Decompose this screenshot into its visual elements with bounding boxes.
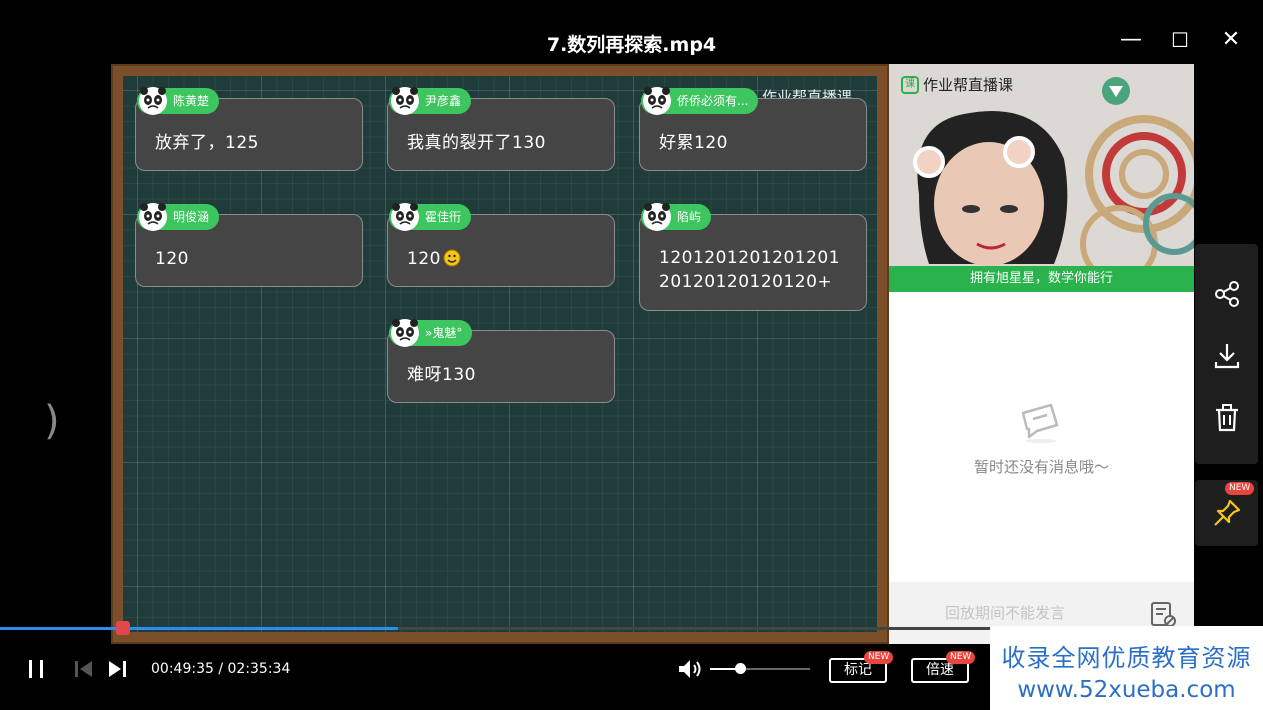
panda-avatar-icon [391,87,419,115]
trash-icon[interactable] [1211,402,1243,434]
panda-avatar-icon [391,319,419,347]
teacher-video-image [889,64,1194,292]
next-track-icon[interactable] [106,657,130,681]
user-name: 尹彦鑫 [425,94,462,108]
user-tag: 霍佳衎 [389,203,472,231]
smiley-emoji-icon [443,249,461,267]
window-title: 7.数列再探索.mp4 [546,34,717,56]
user-tag: 陈黄楚 [137,87,220,115]
site-watermark: 收录全网优质教育资源 www.52xueba.com [990,626,1263,710]
user-name: 侨侨必须有... [677,94,749,108]
panda-avatar-icon [139,203,167,231]
progress-bar[interactable] [0,621,990,635]
answer-text: 放弃了，125 [155,133,259,153]
answer-text: 我真的裂开了130 [407,133,546,153]
share-icon[interactable] [1211,278,1243,310]
user-tag: 侨侨必须有... [641,87,759,115]
user-tag: »鬼魅° [389,319,473,347]
chat-settings-icon[interactable] [1149,600,1177,628]
maximize-button[interactable]: ☐ [1168,28,1192,52]
minimize-button[interactable]: — [1119,28,1143,52]
volume-icon[interactable] [677,657,703,681]
pin-new-badge: NEW [1225,482,1255,495]
user-tag: 尹彦鑫 [389,87,472,115]
time-display: 00:49:35 / 02:35:34 [151,661,291,677]
side-panel: 课 作业帮直播课 拥有旭星星，数学你能行 暂时还没有消息哦～ 回放期间不能发言 [889,64,1194,644]
panda-avatar-icon [643,203,671,231]
speed-new-badge: NEW [946,651,976,664]
side-toolbar [1195,244,1258,464]
user-name: 霍佳衎 [425,210,462,224]
pin-icon [1214,499,1241,526]
volume-slider[interactable] [710,663,810,674]
panda-avatar-icon [139,87,167,115]
empty-chat-message: 暂时还没有消息哦～ [973,458,1109,476]
teacher-video: 课 作业帮直播课 拥有旭星星，数学你能行 [889,64,1194,292]
pause-icon[interactable] [25,657,49,681]
close-button[interactable]: ✕ [1219,28,1243,52]
answer-text: 1201201201201201 20120120120120+ [659,248,841,292]
answer-text: 120 [155,249,189,269]
answer-text: 120 [407,247,461,271]
title-bar: 7.数列再探索.mp4 — ☐ ✕ [0,0,1263,64]
pin-button[interactable]: NEW [1195,480,1258,546]
watermark-line-2: www.52xueba.com [1017,677,1236,703]
mark-new-badge: NEW [864,651,894,664]
answer-text: 好累120 [659,133,728,153]
user-name: 陈黄楚 [173,94,210,108]
progress-fill [0,627,398,630]
user-name: 明俊涵 [173,210,210,224]
user-tag: 陷屿 [641,203,712,231]
panda-avatar-icon [643,87,671,115]
prev-arrow-icon[interactable]: ) [44,398,60,444]
volume-knob[interactable] [735,663,746,674]
answer-text: 难呀130 [407,365,476,385]
user-name: »鬼魅° [425,326,463,340]
progress-marker[interactable] [116,621,130,635]
video-logo: 课 作业帮直播课 [901,74,1013,95]
empty-chat-icon [1021,403,1059,443]
logo-mark-icon: 课 [901,75,919,94]
user-tag: 明俊涵 [137,203,220,231]
watermark-line-1: 收录全网优质教育资源 [1001,644,1252,672]
mark-button-label: 标记 [844,662,872,678]
video-banner: 拥有旭星星，数学你能行 [889,266,1194,292]
previous-track-icon[interactable] [72,657,96,681]
speed-button-label: 倍速 [926,662,954,678]
panda-avatar-icon [391,203,419,231]
user-name: 陷屿 [677,210,702,224]
chat-disabled-text: 回放期间不能发言 [945,604,1066,622]
download-icon[interactable] [1211,340,1243,372]
logo-text: 作业帮直播课 [923,76,1014,94]
